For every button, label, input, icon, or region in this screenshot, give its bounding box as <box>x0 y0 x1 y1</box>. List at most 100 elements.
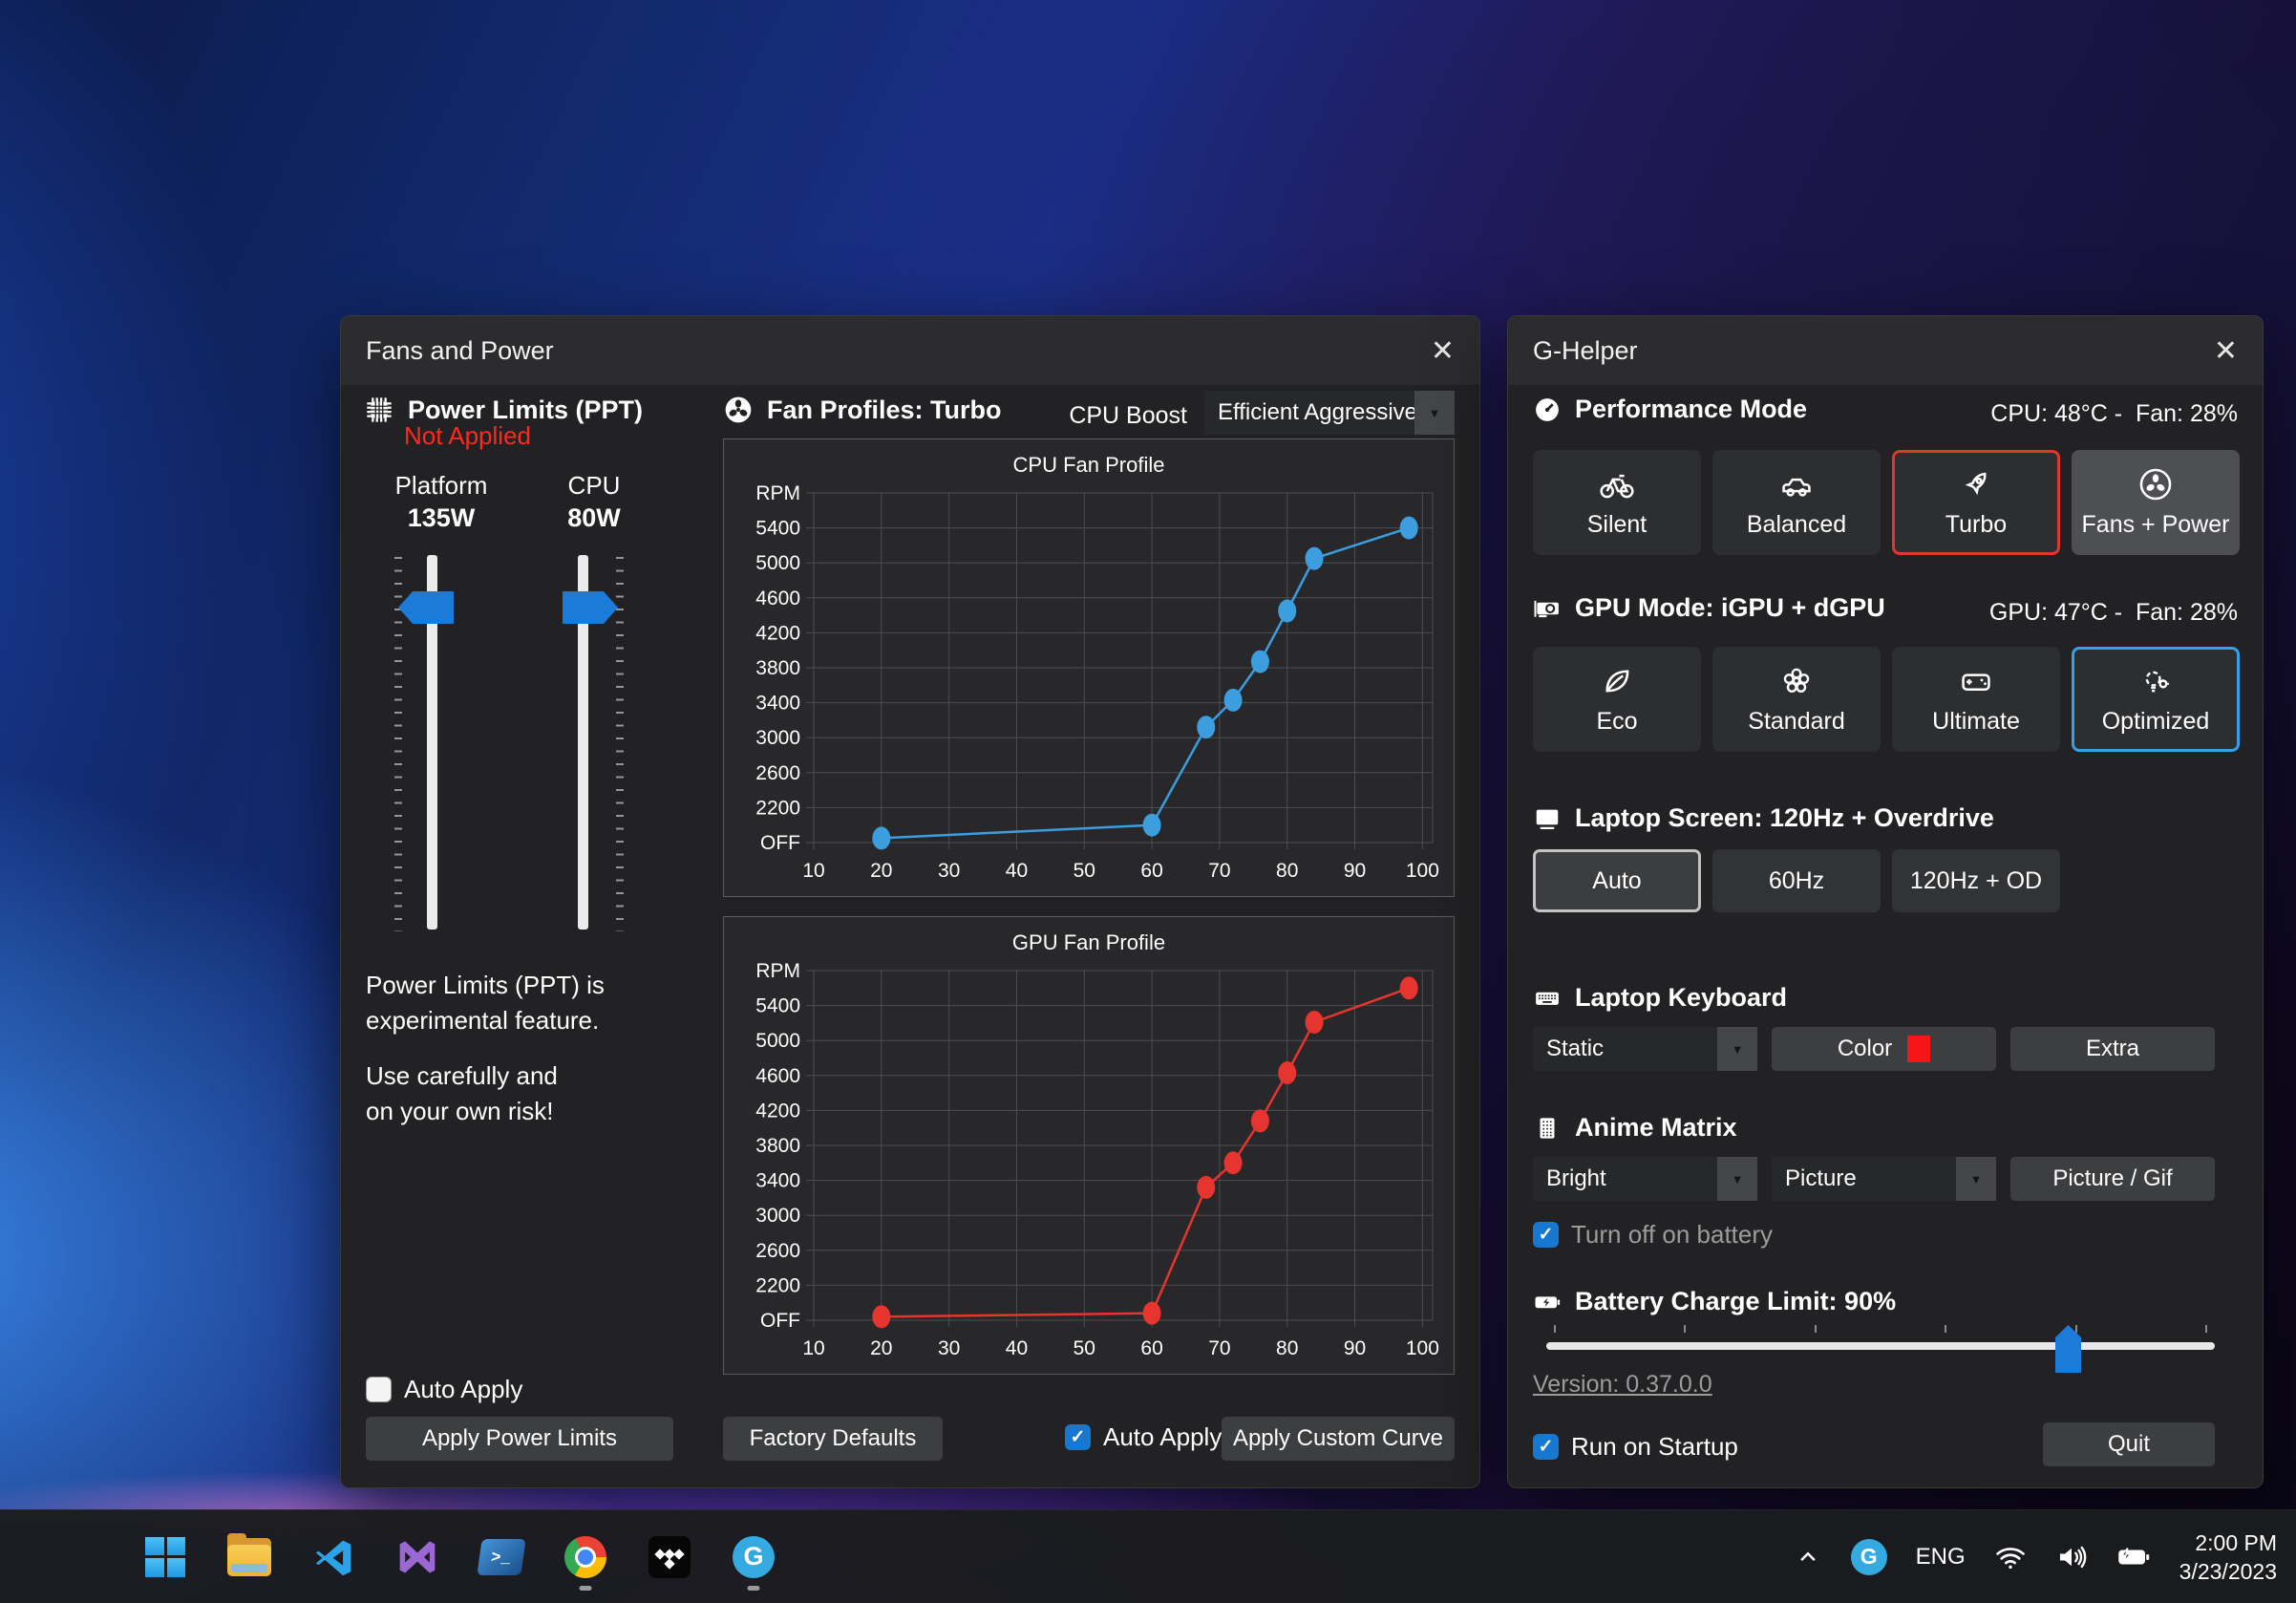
screen-heading-row: Laptop Screen: 120Hz + Overdrive <box>1533 803 1994 833</box>
cpu-boost-select[interactable]: Efficient Aggressive ▼ <box>1204 391 1455 435</box>
apply-power-limits-button[interactable]: Apply Power Limits <box>366 1417 673 1461</box>
gpu-standard-label: Standard <box>1748 708 1844 736</box>
gpu-fan-chart[interactable]: GPU Fan Profile1020304050607080901002200… <box>724 917 1454 1374</box>
svg-text:5000: 5000 <box>755 552 800 574</box>
tidal-button[interactable] <box>648 1535 691 1579</box>
start-button[interactable] <box>143 1535 187 1579</box>
ghelper-icon: G <box>733 1536 775 1578</box>
matrix-content-select[interactable]: Picture ▼ <box>1772 1157 1996 1201</box>
language-indicator[interactable]: ENG <box>1916 1544 1966 1571</box>
folder-icon <box>227 1538 271 1576</box>
gpu-fan-chart-panel[interactable]: GPU Fan Profile1020304050607080901002200… <box>723 916 1455 1375</box>
file-explorer-button[interactable] <box>227 1535 271 1579</box>
power-limits-note-2: Use carefully and on your own risk! <box>366 1058 558 1129</box>
battery-charging-icon[interactable] <box>2116 1540 2151 1574</box>
svg-text:100: 100 <box>1406 860 1439 882</box>
svg-text:RPM: RPM <box>755 960 800 982</box>
platform-slider-value: 135W <box>370 503 513 533</box>
ghelper-titlebar[interactable]: G-Helper ✕ <box>1508 316 2263 385</box>
keyboard-heading-row: Laptop Keyboard <box>1533 983 1787 1013</box>
ghelper-tray-icon[interactable]: G <box>1851 1539 1887 1575</box>
svg-text:50: 50 <box>1074 860 1095 882</box>
keyboard-mode-select[interactable]: Static ▼ <box>1533 1027 1757 1071</box>
chevron-down-icon[interactable]: ▼ <box>1414 391 1455 435</box>
mode-balanced-button[interactable]: Balanced <box>1712 450 1881 555</box>
fans-and-power-window: Fans and Power ✕ Power Limits (PPT) Not … <box>340 315 1480 1488</box>
svg-text:3400: 3400 <box>755 1170 800 1192</box>
svg-text:40: 40 <box>1006 860 1028 882</box>
platform-slider-thumb[interactable] <box>398 591 454 624</box>
keyboard-extra-button[interactable]: Extra <box>2010 1027 2215 1071</box>
gpu-eco-button[interactable]: Eco <box>1533 647 1701 752</box>
cpu-fan-chart-panel[interactable]: CPU Fan Profile1020304050607080901002200… <box>723 438 1455 897</box>
run-on-startup-row: ✓ Run on Startup <box>1533 1432 1738 1462</box>
close-icon[interactable]: ✕ <box>2214 334 2238 368</box>
turn-off-on-battery-checkbox[interactable]: ✓ <box>1533 1222 1559 1248</box>
visual-studio-button[interactable] <box>395 1535 439 1579</box>
svg-text:3000: 3000 <box>755 1205 800 1227</box>
chevron-down-icon[interactable]: ▼ <box>1717 1157 1757 1201</box>
gpu-optimized-button[interactable]: Optimized <box>2072 647 2240 752</box>
close-icon[interactable]: ✕ <box>1431 334 1455 368</box>
apply-custom-curve-button[interactable]: Apply Custom Curve <box>1222 1417 1455 1461</box>
version-link[interactable]: Version: 0.37.0.0 <box>1533 1371 1712 1399</box>
screen-auto-button[interactable]: Auto <box>1533 849 1701 912</box>
svg-text:10: 10 <box>802 1337 824 1359</box>
svg-text:70: 70 <box>1208 860 1230 882</box>
quit-button[interactable]: Quit <box>2043 1422 2215 1466</box>
anime-matrix-heading: Anime Matrix <box>1575 1113 1737 1143</box>
performance-heading-row: Performance Mode <box>1533 395 1807 424</box>
battery-slider-ticks <box>1554 1325 2207 1333</box>
ghelper-title: G-Helper <box>1533 336 1638 366</box>
ghelper-taskbar-button[interactable]: G <box>732 1535 776 1579</box>
run-on-startup-checkbox[interactable]: ✓ <box>1533 1434 1559 1460</box>
svg-text:30: 30 <box>938 860 960 882</box>
curve-auto-apply-checkbox[interactable]: ✓ <box>1065 1424 1091 1450</box>
matrix-brightness-select[interactable]: Bright ▼ <box>1533 1157 1757 1201</box>
svg-text:2200: 2200 <box>755 797 800 819</box>
curve-auto-apply-row: ✓ Auto Apply <box>1065 1422 1222 1452</box>
svg-text:3800: 3800 <box>755 1135 800 1157</box>
color-swatch <box>1907 1036 1930 1062</box>
chrome-icon <box>564 1536 606 1578</box>
volume-icon[interactable] <box>2055 1541 2088 1573</box>
cpu-boost-label: CPU Boost <box>1044 402 1187 430</box>
chevron-down-icon[interactable]: ▼ <box>1717 1027 1757 1071</box>
mode-silent-button[interactable]: Silent <box>1533 450 1701 555</box>
battery-slider-track[interactable] <box>1546 1342 2215 1350</box>
fans-window-titlebar[interactable]: Fans and Power ✕ <box>341 316 1479 385</box>
screen-60hz-button[interactable]: 60Hz <box>1712 849 1881 912</box>
svg-text:OFF: OFF <box>760 832 800 854</box>
chrome-button[interactable] <box>563 1535 607 1579</box>
wifi-icon[interactable] <box>1994 1541 2027 1573</box>
svg-text:70: 70 <box>1208 1337 1230 1359</box>
chevron-down-icon[interactable]: ▼ <box>1956 1157 1996 1201</box>
mode-turbo-button[interactable]: Turbo <box>1892 450 2060 555</box>
running-indicator <box>580 1586 592 1591</box>
matrix-content-value: Picture <box>1785 1165 1857 1192</box>
keyboard-color-label: Color <box>1838 1036 1892 1062</box>
svg-text:GPU Fan Profile: GPU Fan Profile <box>1012 930 1165 954</box>
svg-text:4200: 4200 <box>755 622 800 644</box>
power-limits-note-1: Power Limits (PPT) is experimental featu… <box>366 968 605 1038</box>
powershell-button[interactable]: >_ <box>479 1535 523 1579</box>
screen-120hz-od-button[interactable]: 120Hz + OD <box>1892 849 2060 912</box>
factory-defaults-button[interactable]: Factory Defaults <box>723 1417 943 1461</box>
power-limits-heading: Power Limits (PPT) <box>408 395 643 425</box>
gpu-standard-button[interactable]: Standard <box>1712 647 1881 752</box>
matrix-picture-gif-button[interactable]: Picture / Gif <box>2010 1157 2215 1201</box>
windows-logo-icon <box>145 1537 185 1577</box>
performance-heading: Performance Mode <box>1575 395 1807 424</box>
keyboard-color-button[interactable]: Color <box>1772 1027 1996 1071</box>
cpu-fan-chart[interactable]: CPU Fan Profile1020304050607080901002200… <box>724 439 1454 896</box>
vscode-button[interactable] <box>311 1535 355 1579</box>
cpu-slider-thumb[interactable] <box>563 591 618 624</box>
cpu-slider-value: 80W <box>522 503 666 533</box>
platform-slider-label: Platform <box>370 471 513 501</box>
tray-chevron-up-icon[interactable] <box>1794 1543 1822 1571</box>
power-auto-apply-checkbox[interactable] <box>366 1377 392 1402</box>
gpu-ultimate-button[interactable]: Ultimate <box>1892 647 2060 752</box>
tray-clock[interactable]: 2:00 PM 3/23/2023 <box>2179 1528 2277 1586</box>
fans-power-button[interactable]: Fans + Power <box>2072 450 2240 555</box>
gpu-optimized-label: Optimized <box>2102 708 2210 736</box>
